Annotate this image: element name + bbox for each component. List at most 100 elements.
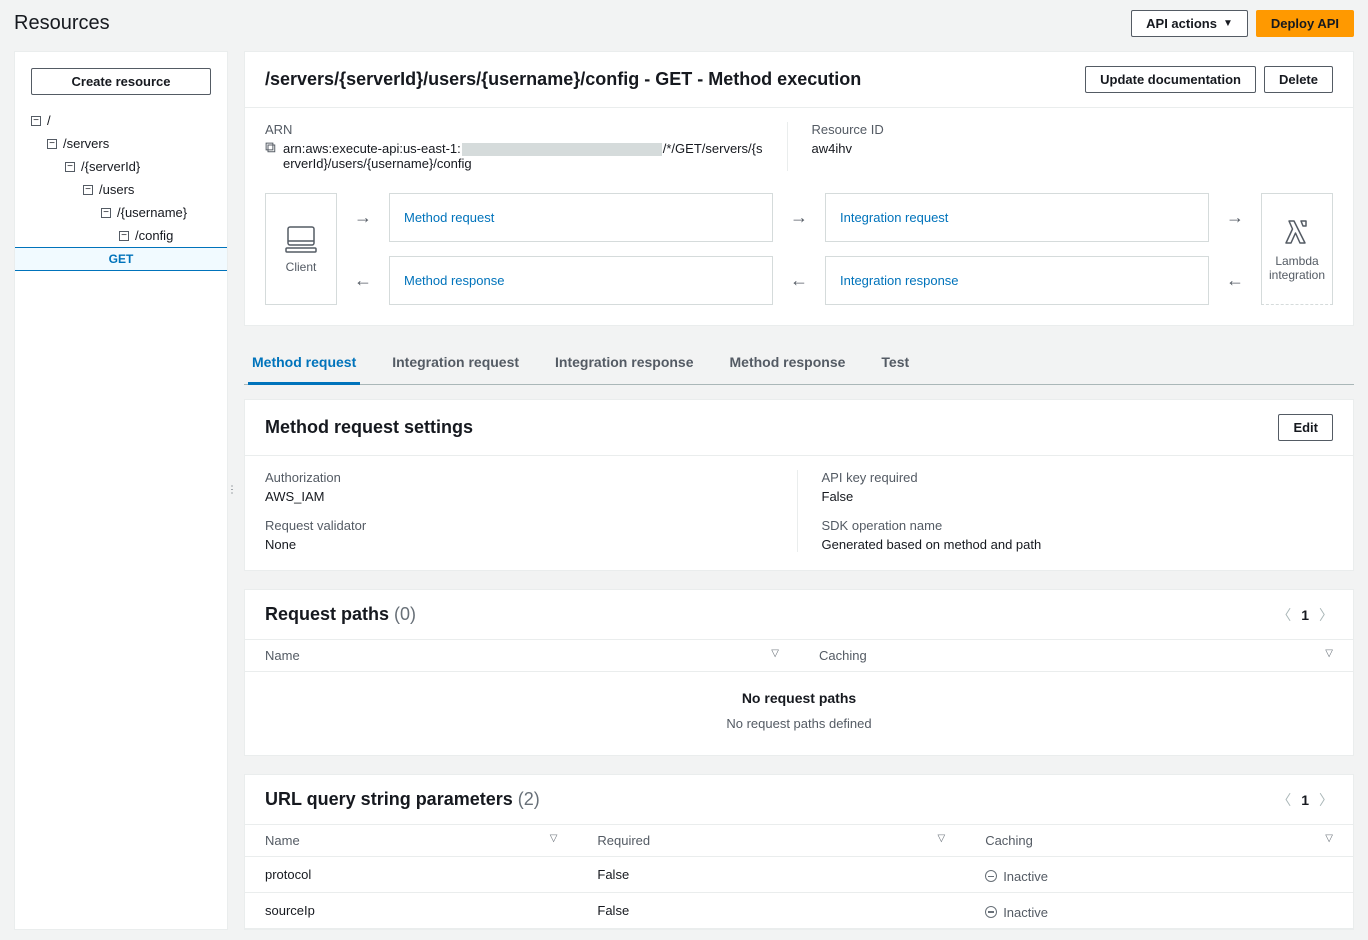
- sdk-value: Generated based on method and path: [822, 537, 1334, 552]
- flow-client-label: Client: [286, 260, 317, 274]
- cell-name: sourceIp: [245, 892, 577, 928]
- query-params-title: URL query string parameters (2): [265, 789, 540, 810]
- tree-item-label: /{serverId}: [81, 159, 140, 174]
- method-request-settings-panel: Method request settings Edit Authorizati…: [244, 399, 1354, 571]
- integration-response-link[interactable]: Integration response: [825, 256, 1209, 305]
- edit-button[interactable]: Edit: [1278, 414, 1333, 441]
- empty-title: No request paths: [245, 690, 1353, 706]
- api-actions-button[interactable]: API actions ▼: [1131, 10, 1248, 37]
- tree-item[interactable]: −/users: [15, 178, 227, 201]
- tree-item-label: /: [47, 113, 51, 128]
- collapse-icon[interactable]: −: [47, 139, 57, 149]
- query-params-pager: 〈 1 〉: [1277, 790, 1333, 810]
- authorization-label: Authorization: [265, 470, 777, 485]
- sidebar: Create resource −/−/servers−/{serverId}−…: [14, 51, 228, 930]
- sdk-label: SDK operation name: [822, 518, 1334, 533]
- sort-icon: ▽: [937, 833, 945, 844]
- request-paths-panel: Request paths (0) 〈 1 〉 Name▽: [244, 589, 1354, 756]
- col-name[interactable]: Name▽: [245, 640, 799, 672]
- pager-page: 1: [1301, 607, 1309, 623]
- tree-item-label: /config: [135, 228, 173, 243]
- tree-item-label: /{username}: [117, 205, 187, 220]
- table-row[interactable]: sourceIpFalse Inactive: [245, 892, 1353, 928]
- cell-required: False: [577, 892, 965, 928]
- collapse-icon[interactable]: −: [119, 231, 129, 241]
- tab-method-request[interactable]: Method request: [248, 344, 360, 385]
- status-label: Inactive: [1003, 869, 1048, 884]
- resource-id-value: aw4ihv: [812, 141, 1314, 156]
- tree-item[interactable]: −/{serverId}: [15, 155, 227, 178]
- tree-item[interactable]: −/{username}: [15, 201, 227, 224]
- query-params-panel: URL query string parameters (2) 〈 1 〉 N: [244, 774, 1354, 930]
- request-paths-pager: 〈 1 〉: [1277, 605, 1333, 625]
- empty-subtitle: No request paths defined: [245, 716, 1353, 749]
- settings-title: Method request settings: [265, 417, 473, 438]
- inactive-icon: [985, 870, 997, 882]
- tree-method-get[interactable]: GET: [15, 247, 227, 271]
- pager-page: 1: [1301, 792, 1309, 808]
- table-row[interactable]: protocolFalse Inactive: [245, 857, 1353, 893]
- status-label: Inactive: [1003, 905, 1048, 920]
- tree-item[interactable]: −/servers: [15, 132, 227, 155]
- arrow-right-icon: →: [351, 193, 375, 242]
- resource-id-label: Resource ID: [812, 122, 1314, 137]
- col-name[interactable]: Name▽: [245, 825, 577, 857]
- flow-lambda-node: Lambda integration: [1261, 193, 1333, 305]
- pager-next-icon[interactable]: 〉: [1319, 790, 1333, 810]
- sort-icon: ▽: [771, 648, 779, 659]
- caret-down-icon: ▼: [1223, 18, 1233, 29]
- arrow-left-icon: ←: [351, 256, 375, 305]
- arrow-right-icon: →: [787, 193, 811, 242]
- method-execution-panel: /servers/{serverId}/users/{username}/con…: [244, 51, 1354, 326]
- tab-integration-response[interactable]: Integration response: [551, 344, 697, 385]
- cell-name: protocol: [245, 857, 577, 893]
- tree-item[interactable]: −/config: [15, 224, 227, 247]
- tab-method-response[interactable]: Method response: [726, 344, 850, 385]
- pager-next-icon[interactable]: 〉: [1319, 605, 1333, 625]
- tree-item-label: /servers: [63, 136, 109, 151]
- validator-value: None: [265, 537, 777, 552]
- apikey-value: False: [822, 489, 1334, 504]
- col-required[interactable]: Required▽: [577, 825, 965, 857]
- apikey-label: API key required: [822, 470, 1334, 485]
- method-response-link[interactable]: Method response: [389, 256, 773, 305]
- pager-prev-icon[interactable]: 〈: [1277, 605, 1291, 625]
- copy-icon[interactable]: [265, 142, 277, 154]
- tree-item[interactable]: −/: [15, 109, 227, 132]
- cell-caching: Inactive: [965, 892, 1353, 928]
- client-icon: [284, 224, 318, 254]
- integration-request-link[interactable]: Integration request: [825, 193, 1209, 242]
- col-caching[interactable]: Caching▽: [965, 825, 1353, 857]
- update-documentation-button[interactable]: Update documentation: [1085, 66, 1256, 93]
- method-title: /servers/{serverId}/users/{username}/con…: [265, 69, 861, 90]
- collapse-icon[interactable]: −: [83, 185, 93, 195]
- deploy-api-button[interactable]: Deploy API: [1256, 10, 1354, 37]
- flow-lambda-label: Lambda integration: [1269, 254, 1325, 282]
- pager-prev-icon[interactable]: 〈: [1277, 790, 1291, 810]
- tab-test[interactable]: Test: [877, 344, 913, 385]
- create-resource-button[interactable]: Create resource: [31, 68, 211, 95]
- arn-value: arn:aws:execute-api:us-east-1:/*/GET/ser…: [283, 141, 767, 171]
- method-request-link[interactable]: Method request: [389, 193, 773, 242]
- collapse-icon[interactable]: −: [65, 162, 75, 172]
- tree-item-label: /users: [99, 182, 134, 197]
- sort-icon: ▽: [550, 833, 558, 844]
- cell-required: False: [577, 857, 965, 893]
- sort-icon: ▽: [1325, 833, 1333, 844]
- page-title: Resources: [14, 12, 110, 35]
- redacted-account: [462, 143, 662, 156]
- sort-icon: ▽: [1325, 648, 1333, 659]
- delete-button[interactable]: Delete: [1264, 66, 1333, 93]
- resize-handle-icon[interactable]: ⋮: [227, 485, 237, 496]
- authorization-value: AWS_IAM: [265, 489, 777, 504]
- collapse-icon[interactable]: −: [31, 116, 41, 126]
- inactive-icon: [985, 906, 997, 918]
- request-paths-count: (0): [394, 604, 416, 624]
- arrow-left-icon: ←: [787, 256, 811, 305]
- validator-label: Request validator: [265, 518, 777, 533]
- query-params-count: (2): [518, 789, 540, 809]
- collapse-icon[interactable]: −: [101, 208, 111, 218]
- tab-integration-request[interactable]: Integration request: [388, 344, 523, 385]
- col-caching[interactable]: Caching▽: [799, 640, 1353, 672]
- lambda-icon: [1281, 216, 1313, 248]
